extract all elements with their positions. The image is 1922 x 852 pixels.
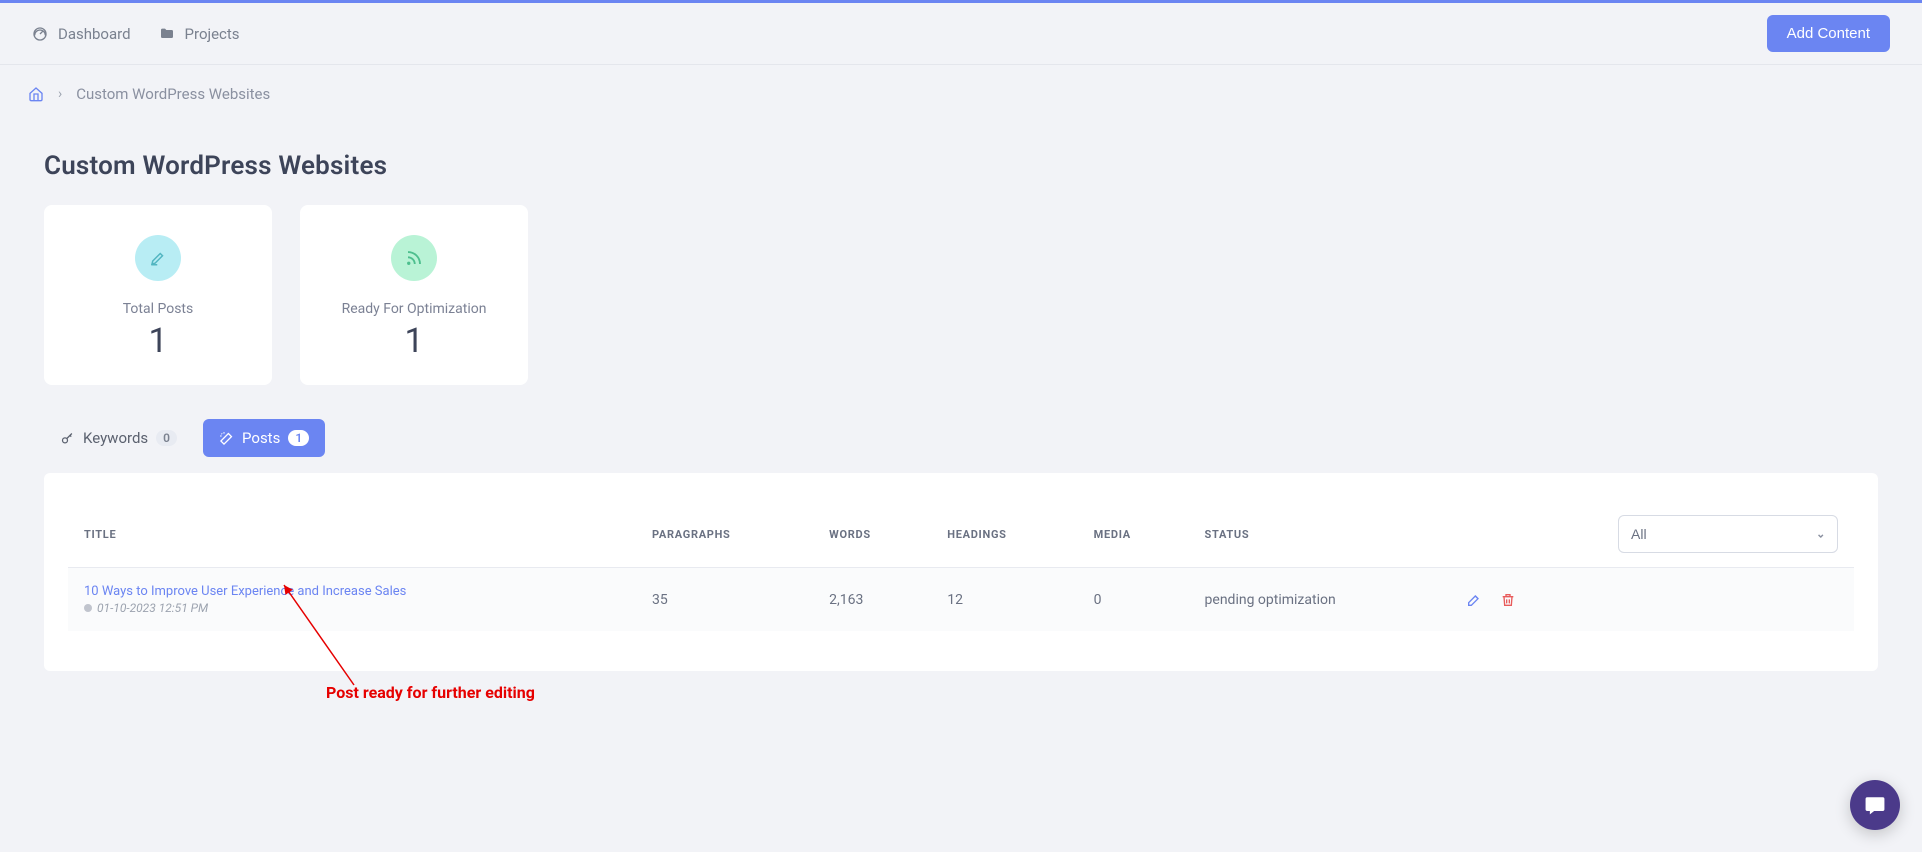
- stat-ready-label: Ready For Optimization: [320, 301, 508, 317]
- cell-words: 2,163: [813, 568, 931, 632]
- card-ready-optimization: Ready For Optimization 1: [300, 205, 528, 385]
- key-icon: [60, 431, 75, 446]
- tab-posts-label: Posts: [242, 429, 280, 447]
- row-actions: [1466, 592, 1838, 608]
- tab-posts[interactable]: Posts 1: [203, 419, 325, 457]
- rss-icon: [405, 249, 423, 267]
- stat-total-label: Total Posts: [64, 301, 252, 317]
- th-headings: HEADINGS: [931, 501, 1077, 568]
- chat-icon: [1863, 793, 1887, 817]
- annotation-arrow: [274, 575, 374, 695]
- trash-icon[interactable]: [1500, 592, 1516, 608]
- main-nav: Dashboard Projects Add Content: [0, 3, 1922, 65]
- th-media: MEDIA: [1078, 501, 1189, 568]
- chevron-right-icon: ›: [58, 86, 62, 102]
- cell-headings: 12: [931, 568, 1077, 632]
- cell-media: 0: [1078, 568, 1189, 632]
- pencil-icon: [149, 249, 167, 267]
- rss-icon-circle: [391, 235, 437, 281]
- card-total-posts: Total Posts 1: [44, 205, 272, 385]
- gauge-icon: [32, 26, 48, 42]
- status-dot-icon: [84, 604, 92, 612]
- th-paragraphs: PARAGRAPHS: [636, 501, 813, 568]
- tab-keywords-label: Keywords: [83, 429, 148, 447]
- stat-total-value: 1: [64, 321, 252, 361]
- th-title: TITLE: [68, 501, 636, 568]
- wand-icon: [219, 431, 234, 446]
- intercom-launcher[interactable]: [1850, 780, 1900, 830]
- nav-dashboard-label: Dashboard: [58, 25, 131, 43]
- cell-actions: [1450, 568, 1854, 632]
- stat-cards: Total Posts 1 Ready For Optimization 1: [44, 205, 1878, 385]
- page-title: Custom WordPress Websites: [44, 151, 1878, 181]
- stat-ready-value: 1: [320, 321, 508, 361]
- posts-panel: TITLE PARAGRAPHS WORDS HEADINGS MEDIA ST…: [44, 473, 1878, 671]
- th-words: WORDS: [813, 501, 931, 568]
- tab-keywords-count: 0: [156, 430, 177, 446]
- th-status: STATUS: [1189, 501, 1451, 568]
- nav-projects-label: Projects: [185, 25, 240, 43]
- status-filter-wrap: All ⌄: [1618, 515, 1838, 553]
- page-container: Custom WordPress Websites Total Posts 1 …: [0, 151, 1922, 711]
- add-content-button[interactable]: Add Content: [1767, 15, 1890, 52]
- tab-keywords[interactable]: Keywords 0: [44, 419, 193, 457]
- cell-status: pending optimization: [1189, 568, 1451, 632]
- th-filter: All ⌄: [1450, 501, 1854, 568]
- home-icon[interactable]: [28, 86, 44, 102]
- annotation-text: Post ready for further editing: [326, 683, 535, 702]
- edit-icon[interactable]: [1466, 592, 1482, 608]
- breadcrumb-current: Custom WordPress Websites: [76, 85, 270, 103]
- nav-left: Dashboard Projects: [32, 25, 240, 43]
- breadcrumb: › Custom WordPress Websites: [0, 65, 1922, 123]
- folder-icon: [159, 26, 175, 42]
- cell-paragraphs: 35: [636, 568, 813, 632]
- edit-icon-circle: [135, 235, 181, 281]
- nav-projects[interactable]: Projects: [159, 25, 240, 43]
- tabs: Keywords 0 Posts 1: [44, 419, 1878, 457]
- post-timestamp: 01-10-2023 12:51 PM: [97, 601, 208, 615]
- status-filter[interactable]: All: [1618, 515, 1838, 553]
- tab-posts-count: 1: [288, 430, 309, 446]
- nav-dashboard[interactable]: Dashboard: [32, 25, 131, 43]
